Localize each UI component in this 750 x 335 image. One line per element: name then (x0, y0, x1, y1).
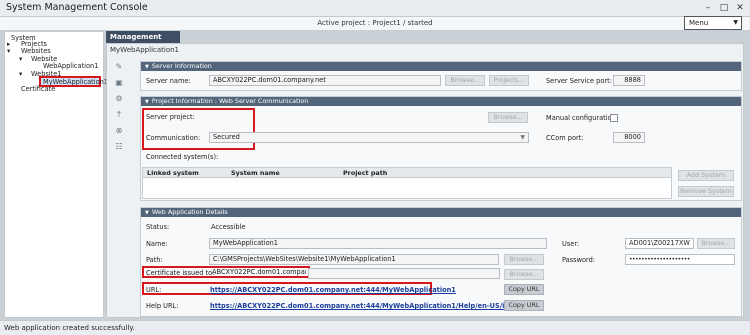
column-linked-system[interactable]: Linked system (147, 169, 199, 177)
name-label: Name: (146, 240, 168, 248)
copy-url-button[interactable]: Copy URL (504, 284, 544, 295)
collapse-icon[interactable]: ▾ (19, 70, 22, 78)
help-url-label: Help URL: (146, 302, 179, 310)
path-label: Path: (146, 256, 163, 264)
status-message: Web application created successfully. (4, 324, 135, 332)
name-field[interactable]: MyWebApplication1 (209, 238, 547, 249)
connected-systems-table-body (142, 178, 672, 199)
window-title: System Management Console (6, 2, 148, 13)
ccom-port-label: CCom port: (546, 134, 584, 142)
password-field[interactable]: •••••••••••••••••••• (625, 254, 735, 265)
server-port-label: Server Service port: (546, 77, 612, 85)
connected-systems-table-header: Linked system System name Project path (142, 167, 672, 178)
server-name-label: Server name: (146, 77, 191, 85)
chevron-down-icon: ▼ (520, 134, 525, 141)
user-field[interactable]: AD001\Z00217XW (625, 238, 694, 249)
collapse-icon: ▼ (145, 210, 149, 216)
ccom-port-field[interactable]: 8000 (613, 132, 645, 143)
column-system-name[interactable]: System name (231, 169, 280, 177)
help-url-link[interactable]: https://ABCXY022PC.dom01.company.net:444… (210, 302, 542, 310)
path-field[interactable]: C:\GMSProjects\WebSites\Website1\MyWebAp… (209, 254, 499, 265)
certificate-field[interactable]: ABCXY022PC.dom01.company.net (209, 268, 306, 279)
toolbar: Active project : Project1 / started (0, 17, 750, 31)
collapse-icon: ▼ (145, 64, 149, 70)
connected-systems-label: Connected system(s): (146, 153, 219, 161)
add-system-button[interactable]: Add System (678, 170, 734, 181)
save-icon[interactable]: ▣ (114, 78, 124, 88)
delete-icon[interactable]: ⊗ (114, 126, 124, 136)
collapse-icon: ▼ (145, 99, 149, 105)
url-link[interactable]: https://ABCXY022PC.dom01.company.net:444… (210, 286, 456, 294)
server-project-label: Server project: (146, 113, 195, 121)
close-icon[interactable]: ✕ (734, 2, 746, 14)
project-info-header[interactable]: ▼ Project Information : Web Server Commun… (141, 97, 741, 106)
chevron-down-icon: ▼ (733, 19, 738, 26)
tree-item-websites[interactable]: Websites (21, 47, 51, 55)
page-title: MyWebApplication1 (110, 46, 180, 54)
certificate-label: Certificate issued to: (146, 269, 215, 277)
server-info-title: Server Information (151, 62, 212, 70)
column-project-path[interactable]: Project path (343, 169, 387, 177)
projects-button[interactable]: Projects... (489, 75, 529, 86)
collapse-icon[interactable]: ▾ (19, 55, 22, 63)
server-port-field[interactable]: 8888 (613, 75, 645, 86)
communication-value: Secured (213, 133, 240, 141)
tree-item-certificate[interactable]: Certificate (21, 85, 55, 93)
communication-label: Communication: (146, 134, 201, 142)
status-label: Status: (146, 223, 170, 231)
browse-button[interactable]: Browse... (697, 238, 735, 249)
navigation-tree: System ▸ Projects ▾ Websites ▾ Website W… (4, 31, 108, 318)
upload-icon[interactable]: ↑ (114, 110, 124, 120)
status-bar: Web application created successfully. (0, 320, 750, 335)
browse-button[interactable]: Browse... (445, 75, 485, 86)
collapse-icon[interactable]: ▾ (7, 47, 10, 55)
browse-button[interactable]: Browse... (488, 112, 528, 123)
status-value: Accessible (211, 223, 246, 231)
settings-icon[interactable]: ⚙ (114, 94, 124, 104)
network-icon[interactable]: ☷ (114, 142, 124, 152)
maximize-icon[interactable]: □ (718, 2, 730, 14)
certificate-field-extension (308, 268, 500, 279)
minimize-icon[interactable]: – (702, 2, 714, 14)
active-project-label: Active project : Project1 / started (317, 19, 433, 27)
browse-button[interactable]: Browse... (504, 269, 544, 280)
server-name-field[interactable]: ABCXY022PC.dom01.company.net (209, 75, 441, 86)
menu-dropdown[interactable]: Menu ▼ (684, 16, 742, 30)
password-label: Password: (562, 256, 596, 264)
web-app-title: Web Application Details (151, 208, 228, 216)
tree-item-webapplication1[interactable]: WebApplication1 (43, 62, 98, 70)
communication-select[interactable]: Secured ▼ (209, 132, 529, 143)
edit-icon[interactable]: ✎ (114, 62, 124, 72)
browse-button[interactable]: Browse... (504, 254, 544, 265)
remove-system-button[interactable]: Remove System (678, 186, 734, 197)
web-app-header[interactable]: ▼ Web Application Details (141, 208, 741, 217)
project-info-title: Project Information : Web Server Communi… (151, 97, 309, 105)
tab-management[interactable]: Management (106, 31, 180, 43)
manual-config-checkbox[interactable] (610, 114, 618, 122)
server-info-header[interactable]: ▼ Server Information (141, 62, 741, 71)
copy-url-button[interactable]: Copy URL (504, 300, 544, 311)
menu-label: Menu (689, 19, 709, 27)
manual-config-label: Manual configuration (546, 114, 616, 122)
url-label: URL: (146, 286, 162, 294)
user-label: User: (562, 240, 580, 248)
